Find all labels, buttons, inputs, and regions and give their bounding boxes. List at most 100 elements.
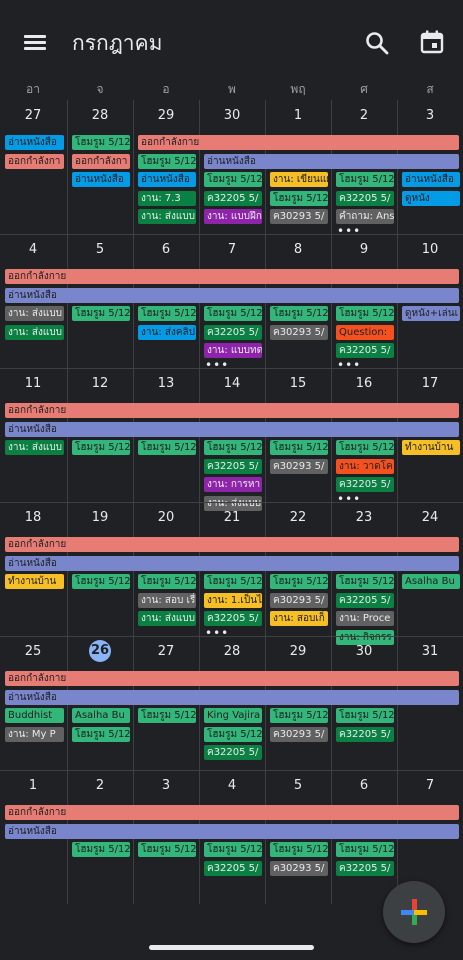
event-chip[interactable]: ค30293 5/ xyxy=(270,860,328,876)
event-chip[interactable]: โฮมรูม 5/12 xyxy=(138,153,196,169)
event-chip[interactable]: ค32205 5/ xyxy=(204,860,262,876)
event-chip[interactable]: ค32205 5/ xyxy=(336,860,394,876)
date-number[interactable]: 17 xyxy=(397,376,463,391)
multi-day-event[interactable]: อ่านหนังสือ xyxy=(5,689,459,705)
date-number[interactable]: 27 xyxy=(0,108,66,123)
event-chip[interactable]: โฮมรูม 5/12 xyxy=(336,574,394,589)
event-chip[interactable]: งาน: ส่งแบบ xyxy=(5,306,64,321)
event-chip[interactable]: อ่านหนังสือ xyxy=(402,172,460,187)
event-chip[interactable]: โฮมรูม 5/12 xyxy=(336,172,394,187)
event-chip[interactable]: โฮมรูม 5/12 xyxy=(204,842,262,857)
event-chip[interactable]: โฮมรูม 5/12 xyxy=(270,190,328,206)
date-number[interactable]: 28 xyxy=(199,644,265,659)
event-chip[interactable]: งาน: แบบทด xyxy=(204,343,262,358)
event-chip[interactable]: งาน: Proce xyxy=(336,611,394,626)
event-chip[interactable]: โฮมรูม 5/12 xyxy=(204,574,262,589)
date-number[interactable]: 20 xyxy=(133,510,199,525)
multi-day-event[interactable]: ออกกำลังกาย xyxy=(5,269,459,284)
date-number[interactable]: 11 xyxy=(0,376,66,391)
date-number[interactable]: 2 xyxy=(331,108,397,123)
date-number[interactable]: 5 xyxy=(265,778,331,793)
event-chip[interactable]: โฮมรูม 5/12 xyxy=(270,842,328,857)
month-title[interactable]: กรกฎาคม xyxy=(72,27,163,60)
event-chip[interactable]: Question: xyxy=(336,324,394,340)
date-number[interactable]: 28 xyxy=(67,108,133,123)
date-number[interactable]: 16 xyxy=(331,376,397,391)
event-chip[interactable]: งาน: ส่งแบบ xyxy=(138,209,196,224)
multi-day-event[interactable]: อ่านหนังสือ xyxy=(5,287,459,303)
event-chip[interactable]: โฮมรูม 5/12 xyxy=(138,708,196,723)
multi-day-event[interactable]: อ่านหนังสือ xyxy=(5,555,459,571)
event-chip[interactable]: โฮมรูม 5/12 xyxy=(336,306,394,321)
event-chip[interactable]: ค32205 5/ xyxy=(336,726,394,742)
event-chip[interactable]: งาน: สอบเก็ xyxy=(270,611,328,626)
event-chip[interactable]: ค32205 5/ xyxy=(336,477,394,492)
event-chip[interactable]: โฮมรูม 5/12 xyxy=(72,306,130,321)
event-chip[interactable]: งาน: ส่งแบบ xyxy=(138,611,196,626)
event-chip[interactable]: งาน: สอบ เรื่ xyxy=(138,592,196,608)
event-chip[interactable]: งาน: เขียนแผ xyxy=(270,172,328,187)
more-events-indicator[interactable]: ••• xyxy=(205,358,229,372)
event-chip[interactable]: Asalha Bu xyxy=(72,708,130,723)
date-number[interactable]: 30 xyxy=(331,644,397,659)
date-number[interactable]: 2 xyxy=(67,778,133,793)
event-chip[interactable]: โฮมรูม 5/12 xyxy=(204,440,262,455)
event-chip[interactable]: ดูหนัง xyxy=(402,190,460,206)
event-chip[interactable]: ค32205 5/ xyxy=(336,190,394,206)
event-chip[interactable]: งาน: 7.3 xyxy=(138,190,196,206)
event-chip[interactable]: โฮมรูม 5/12 xyxy=(336,440,394,455)
calendar-today-icon[interactable] xyxy=(419,29,445,55)
multi-day-event[interactable]: ออกกำลังกาย xyxy=(5,403,459,418)
event-chip[interactable]: ค32205 5/ xyxy=(204,458,262,474)
today-date-number[interactable]: 26 xyxy=(67,640,133,662)
event-chip[interactable]: ค30293 5/ xyxy=(270,592,328,608)
event-chip[interactable]: ออกกำลังกา xyxy=(72,153,130,169)
event-chip[interactable]: งาน: ส่งแบบ xyxy=(5,440,64,455)
event-chip[interactable]: ทำงานบ้าน xyxy=(402,440,460,455)
date-number[interactable]: 3 xyxy=(133,778,199,793)
more-events-indicator[interactable]: ••• xyxy=(205,626,229,640)
date-number[interactable]: 14 xyxy=(199,376,265,391)
event-chip[interactable]: โฮมรูม 5/12 xyxy=(270,306,328,321)
event-chip[interactable]: โฮมรูม 5/12 xyxy=(336,708,394,723)
event-chip[interactable]: โฮมรูม 5/12 xyxy=(204,726,262,742)
date-number[interactable]: 4 xyxy=(199,778,265,793)
more-events-indicator[interactable]: ••• xyxy=(337,224,361,238)
event-chip[interactable]: ค32205 5/ xyxy=(336,343,394,358)
multi-day-event[interactable]: ออกกำลังกาย xyxy=(5,671,459,686)
date-number[interactable]: 3 xyxy=(397,108,463,123)
event-chip[interactable]: โฮมรูม 5/12 xyxy=(138,574,196,589)
event-chip[interactable]: ค30293 5/ xyxy=(270,324,328,340)
event-chip[interactable]: โฮมรูม 5/12 xyxy=(204,172,262,187)
event-chip[interactable]: โฮมรูม 5/12 xyxy=(336,842,394,857)
event-chip[interactable]: ค32205 5/ xyxy=(204,190,262,206)
event-chip[interactable]: งาน: My P xyxy=(5,726,64,742)
event-chip[interactable]: โฮมรูม 5/12 xyxy=(72,574,130,589)
event-chip[interactable]: โฮมรูม 5/12 xyxy=(72,842,130,857)
event-chip[interactable]: งาน: วาดโค xyxy=(336,458,394,474)
event-chip[interactable]: ออกกำลังกา xyxy=(5,153,64,169)
event-chip[interactable]: งาน: 1.เป็นไ xyxy=(204,592,262,608)
event-chip[interactable]: โฮมรูม 5/12 xyxy=(270,708,328,723)
date-number[interactable]: 30 xyxy=(199,108,265,123)
date-number[interactable]: 6 xyxy=(331,778,397,793)
event-chip[interactable]: งาน: ส่งแบบ xyxy=(5,324,64,340)
multi-day-event[interactable]: ออกกำลังกาย xyxy=(5,537,459,552)
event-chip[interactable]: โฮมรูม 5/12 xyxy=(138,842,196,857)
date-number[interactable]: 1 xyxy=(265,108,331,123)
event-chip[interactable]: Asalha Bu xyxy=(402,574,460,589)
date-number[interactable]: 9 xyxy=(331,242,397,257)
event-chip[interactable]: ดูหนัง+เล่นเ xyxy=(402,306,460,321)
event-chip[interactable]: ค32205 5/ xyxy=(204,611,262,626)
menu-icon[interactable] xyxy=(24,33,46,51)
event-chip[interactable]: โฮมรูม 5/12 xyxy=(204,306,262,321)
date-number[interactable]: 21 xyxy=(199,510,265,525)
date-number[interactable]: 6 xyxy=(133,242,199,257)
event-chip[interactable]: ค32205 5/ xyxy=(204,324,262,340)
event-chip[interactable]: King Vajira xyxy=(204,708,262,723)
event-chip[interactable]: โฮมรูม 5/12 xyxy=(270,574,328,589)
event-chip[interactable]: โฮมรูม 5/12 xyxy=(270,440,328,455)
date-number[interactable]: 4 xyxy=(0,242,66,257)
event-chip[interactable]: ค32205 5/ xyxy=(204,745,262,760)
date-number[interactable]: 31 xyxy=(397,644,463,659)
